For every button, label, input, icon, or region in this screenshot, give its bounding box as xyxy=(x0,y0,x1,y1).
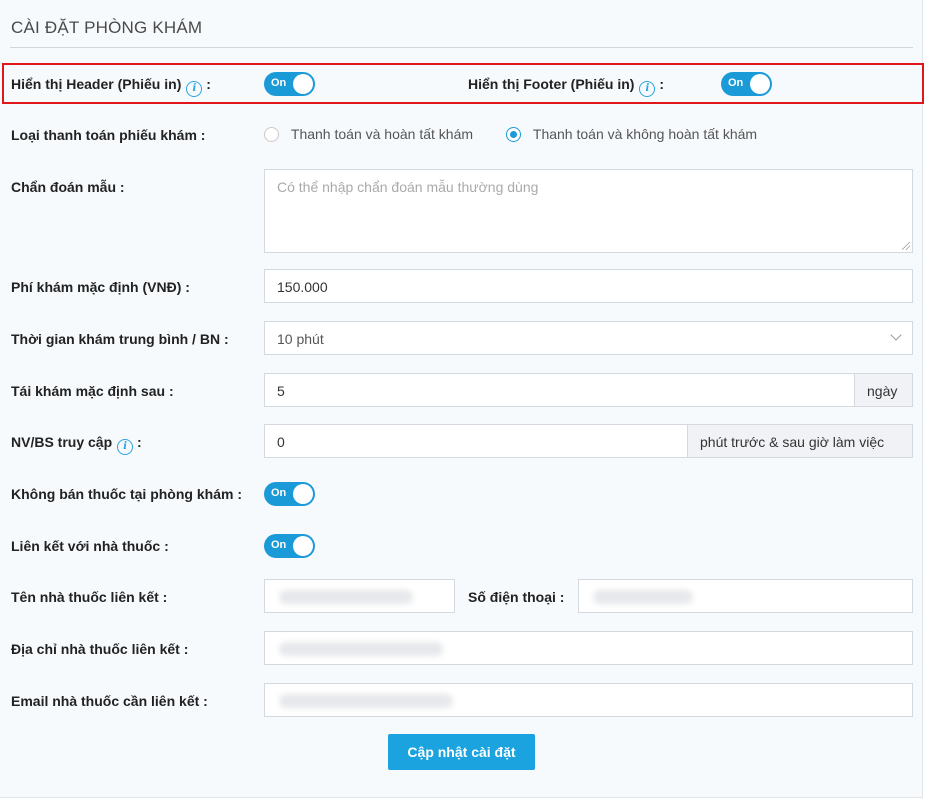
toggle-on-text: On xyxy=(271,539,287,551)
no-sell-label-row: Không bán thuốc tại phòng khám : xyxy=(11,486,242,502)
payment-option-1[interactable]: Thanh toán và hoàn tất khám xyxy=(264,126,473,142)
fee-input[interactable]: 150.000 xyxy=(264,269,913,303)
payment-type-label-row: Loại thanh toán phiếu khám : xyxy=(11,127,206,143)
revisit-unit: ngày xyxy=(867,383,898,399)
fee-label-row: Phí khám mặc định (VNĐ) : xyxy=(11,279,190,295)
info-circle-icon[interactable]: i xyxy=(117,439,134,455)
toggle-knob xyxy=(750,74,770,94)
access-input[interactable]: 0 xyxy=(264,424,688,458)
revisit-value: 5 xyxy=(277,383,285,399)
info-circle-icon[interactable]: i xyxy=(186,81,203,97)
pharmacy-email-label: Email nhà thuốc cần liên kết xyxy=(11,693,200,709)
pharmacy-name-input[interactable] xyxy=(264,579,455,613)
link-pharmacy-label-row: Liên kết với nhà thuốc : xyxy=(11,538,169,554)
redacted-value xyxy=(593,590,693,604)
header-print-label-row: Hiển thị Header (Phiếu in) i : xyxy=(11,76,211,97)
link-pharmacy-label: Liên kết với nhà thuốc xyxy=(11,538,161,554)
revisit-label-row: Tái khám mặc định sau : xyxy=(11,383,174,399)
footer-print-label-row: Hiển thị Footer (Phiếu in) i : xyxy=(468,76,664,97)
pharmacy-email-input[interactable] xyxy=(264,683,913,717)
clinic-settings-panel: CÀI ĐẶT PHÒNG KHÁM Hiển thị Header (Phiế… xyxy=(0,0,924,798)
chevron-down-icon xyxy=(890,329,902,341)
payment-type-label: Loại thanh toán phiếu khám xyxy=(11,127,197,143)
phone-input[interactable] xyxy=(578,579,913,613)
title-divider xyxy=(10,47,913,48)
redacted-value xyxy=(279,694,453,708)
pharmacy-name-label-row: Tên nhà thuốc liên kết : xyxy=(11,589,168,605)
toggle-knob xyxy=(293,536,313,556)
avg-time-label-row: Thời gian khám trung bình / BN : xyxy=(11,331,229,347)
toggle-on-text: On xyxy=(728,77,744,89)
payment-option-2[interactable]: Thanh toán và không hoàn tất khám xyxy=(506,126,757,142)
fee-label: Phí khám mặc định (VNĐ) xyxy=(11,279,182,295)
access-value: 0 xyxy=(277,434,285,450)
toggle-knob xyxy=(293,74,313,94)
header-print-toggle[interactable]: On xyxy=(264,72,315,96)
header-print-label: Hiển thị Header (Phiếu in) xyxy=(11,76,182,92)
payment-option-2-label: Thanh toán và không hoàn tất khám xyxy=(532,126,758,142)
footer-print-label: Hiển thị Footer (Phiếu in) xyxy=(468,76,635,92)
redacted-value xyxy=(279,642,443,656)
toggle-on-text: On xyxy=(271,487,287,499)
radio-unchecked[interactable] xyxy=(264,127,279,142)
update-settings-button[interactable]: Cập nhật cài đặt xyxy=(388,734,535,770)
pharmacy-address-label: Địa chỉ nhà thuốc liên kết xyxy=(11,641,180,657)
redacted-value xyxy=(279,590,413,604)
payment-option-1-label: Thanh toán và hoàn tất khám xyxy=(290,126,474,142)
avg-time-value: 10 phút xyxy=(277,331,324,347)
no-sell-label: Không bán thuốc tại phòng khám xyxy=(11,486,234,502)
access-label: NV/BS truy cập xyxy=(11,434,113,450)
revisit-unit-addon: ngày xyxy=(854,373,913,407)
resize-handle-icon[interactable] xyxy=(902,242,910,250)
pharmacy-address-input[interactable] xyxy=(264,631,913,665)
diagnosis-placeholder: Có thể nhập chẩn đoán mẫu thường dùng xyxy=(277,179,539,195)
footer-print-toggle[interactable]: On xyxy=(721,72,772,96)
access-unit: phút trước & sau giờ làm việc xyxy=(700,434,885,450)
avg-time-label: Thời gian khám trung bình / BN xyxy=(11,331,221,347)
toggle-knob xyxy=(293,484,313,504)
access-label-row: NV/BS truy cập i : xyxy=(11,434,142,455)
diagnosis-label: Chẩn đoán mẫu xyxy=(11,179,117,195)
pharmacy-name-label: Tên nhà thuốc liên kết xyxy=(11,589,159,605)
revisit-input[interactable]: 5 xyxy=(264,373,855,407)
avg-time-select[interactable]: 10 phút xyxy=(264,321,913,355)
pharmacy-email-label-row: Email nhà thuốc cần liên kết : xyxy=(11,693,208,709)
phone-label-row: Số điện thoại : xyxy=(468,589,565,605)
diagnosis-textarea[interactable]: Có thể nhập chẩn đoán mẫu thường dùng xyxy=(264,169,913,253)
revisit-label: Tái khám mặc định sau xyxy=(11,383,166,399)
phone-label: Số điện thoại xyxy=(468,589,556,605)
access-unit-addon: phút trước & sau giờ làm việc xyxy=(687,424,913,458)
no-sell-toggle[interactable]: On xyxy=(264,482,315,506)
diagnosis-label-row: Chẩn đoán mẫu : xyxy=(11,179,125,195)
link-pharmacy-toggle[interactable]: On xyxy=(264,534,315,558)
page-title: CÀI ĐẶT PHÒNG KHÁM xyxy=(11,18,203,37)
fee-value: 150.000 xyxy=(277,279,328,295)
info-circle-icon[interactable]: i xyxy=(639,81,656,97)
toggle-on-text: On xyxy=(271,77,287,89)
pharmacy-address-label-row: Địa chỉ nhà thuốc liên kết : xyxy=(11,641,189,657)
radio-checked[interactable] xyxy=(506,127,521,142)
